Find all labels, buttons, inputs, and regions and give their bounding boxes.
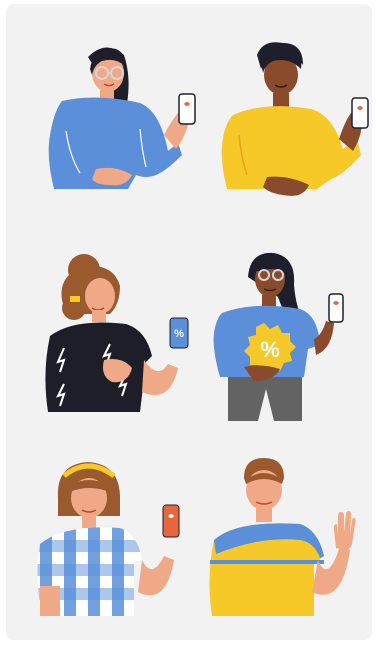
card-percent-icon: % [168,316,192,350]
person-man-waving-striped-shirt [206,456,366,621]
phone-icon [351,97,369,129]
person-woman-glasses-percent-badge: % [204,249,364,424]
phone-icon [162,504,180,538]
person-woman-headband-gingham-shirt [34,456,194,621]
svg-text:%: % [260,337,280,362]
phone-icon [328,293,344,323]
wave-hand-icon [330,510,356,550]
svg-text:%: % [174,328,184,340]
person-man-yellow-sweater [211,39,371,199]
person-woman-bun-lightning-shirt: % [34,252,204,417]
illustration-card: % % [6,4,372,640]
person-woman-glasses-blue-sweater [36,39,196,194]
phone-icon [178,93,196,125]
